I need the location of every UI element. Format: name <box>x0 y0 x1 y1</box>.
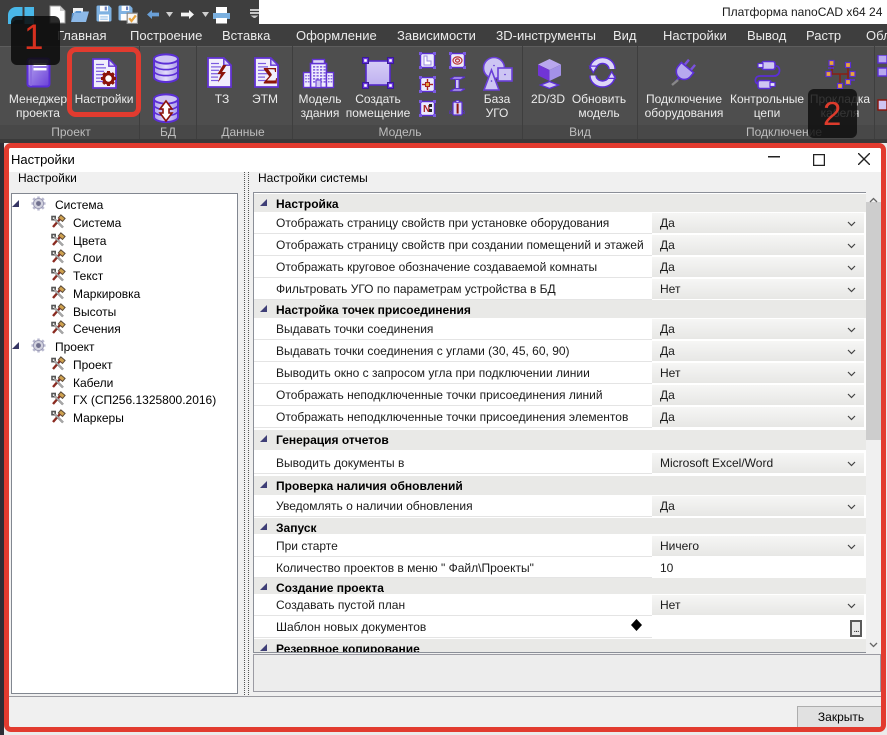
svg-text:Σ: Σ <box>263 64 278 89</box>
svg-text:в: в <box>449 110 452 116</box>
svg-text:в: в <box>462 110 465 116</box>
